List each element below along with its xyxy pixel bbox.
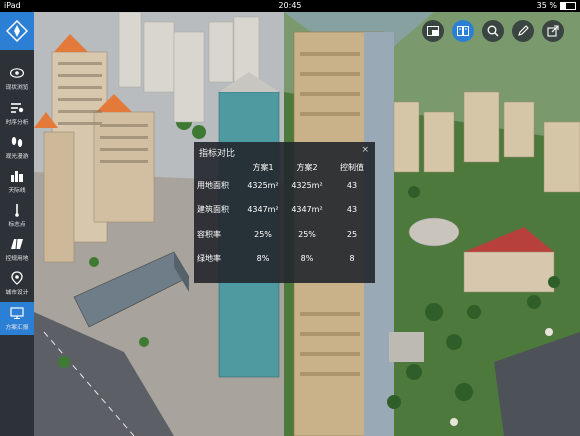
compare-button[interactable] xyxy=(452,20,474,42)
scheme2-value: 8% xyxy=(300,254,314,264)
header-cell: 方案2 xyxy=(296,162,318,172)
scheme1-value: 4347m² xyxy=(247,205,279,215)
report-icon xyxy=(10,306,24,320)
sidebar-item-0[interactable]: 现状浏览 xyxy=(0,62,34,95)
search-icon xyxy=(487,25,499,37)
sidebar-item-label: 控规用地 xyxy=(5,255,29,262)
sidebar-item-1[interactable]: 时序分析 xyxy=(0,97,34,130)
sidebar-item-label: 天际线 xyxy=(8,187,26,194)
scheme2-value: 25% xyxy=(298,229,316,239)
share-icon xyxy=(547,25,559,37)
compass-icon xyxy=(6,20,28,42)
sidebar: 现状浏览时序分析观光漫游天际线标志点控规用地城市设计方案汇报 xyxy=(0,12,34,436)
battery-icon xyxy=(560,1,576,10)
search-button[interactable] xyxy=(482,20,504,42)
row-label: 容积率 xyxy=(197,229,221,239)
compass-logo-button[interactable] xyxy=(0,12,34,50)
control-value: 43 xyxy=(346,180,358,190)
row-label: 绿地率 xyxy=(197,254,221,264)
sidebar-item-label: 城市设计 xyxy=(5,289,29,296)
sidebar-item-label: 现状浏览 xyxy=(5,84,29,91)
footprints-icon xyxy=(10,135,24,149)
close-icon[interactable]: × xyxy=(361,145,369,155)
scheme2-value: 4347m² xyxy=(291,205,323,215)
scheme1-value: 4325m² xyxy=(247,180,279,190)
scheme1-value: 25% xyxy=(254,229,272,239)
status-bar: iPad 20:45 35 % xyxy=(0,0,580,12)
sidebar-item-label: 方案汇报 xyxy=(5,324,29,331)
sidebar-item-2[interactable]: 观光漫游 xyxy=(0,131,34,164)
share-button[interactable] xyxy=(542,20,564,42)
battery-percent: 35 % xyxy=(536,1,557,10)
row-label: 建筑面积 xyxy=(197,205,229,215)
control-value: 43 xyxy=(346,205,358,215)
panel-title: 指标对比 xyxy=(199,149,236,159)
scheme1-value: 8% xyxy=(256,254,270,264)
control-value: 8 xyxy=(349,254,355,264)
landmark-icon xyxy=(10,203,24,217)
sidebar-item-6[interactable]: 城市设计 xyxy=(0,267,34,300)
land-use-icon xyxy=(10,237,24,251)
row-label: 用地面积 xyxy=(197,180,229,190)
sidebar-item-5[interactable]: 控规用地 xyxy=(0,233,34,266)
comparison-table: 方案1 方案2 控制值 用地面积 4325m² 4325m² 43 建筑面积 4… xyxy=(194,161,375,271)
pen-icon xyxy=(518,25,529,36)
skyline-icon xyxy=(10,169,24,183)
top-toolbar xyxy=(422,20,564,42)
window-icon xyxy=(427,26,439,36)
sidebar-item-label: 时序分析 xyxy=(5,119,29,126)
clock: 20:45 xyxy=(278,1,302,10)
eye-icon xyxy=(10,66,24,80)
header-cell: 方案1 xyxy=(252,162,274,172)
header-cell: 控制值 xyxy=(340,162,364,172)
sidebar-item-4[interactable]: 标志点 xyxy=(0,199,34,232)
sidebar-item-7[interactable]: 方案汇报 xyxy=(0,302,34,335)
table-row: 用地面积 4325m² 4325m² 43 xyxy=(194,173,375,198)
compare-icon xyxy=(457,26,469,36)
timeline-icon xyxy=(10,101,24,115)
table-row: 容积率 25% 25% 25 xyxy=(194,222,375,247)
table-header-row: 方案1 方案2 控制值 xyxy=(194,161,375,173)
location-pin-icon xyxy=(10,271,24,285)
control-value: 25 xyxy=(346,229,358,239)
header-cell xyxy=(194,161,241,173)
indicator-comparison-panel: 指标对比 × 方案1 方案2 控制值 用地面积 4325m² 4325m² 43… xyxy=(194,142,375,283)
sidebar-item-3[interactable]: 天际线 xyxy=(0,165,34,198)
sidebar-item-label: 观光漫游 xyxy=(5,153,29,160)
scheme2-value: 4325m² xyxy=(291,180,323,190)
window-button[interactable] xyxy=(422,20,444,42)
pen-button[interactable] xyxy=(512,20,534,42)
battery-status: 35 % xyxy=(537,1,576,10)
table-row: 建筑面积 4347m² 4347m² 43 xyxy=(194,198,375,223)
sidebar-item-label: 标志点 xyxy=(8,221,26,228)
table-row: 绿地率 8% 8% 8 xyxy=(194,247,375,272)
